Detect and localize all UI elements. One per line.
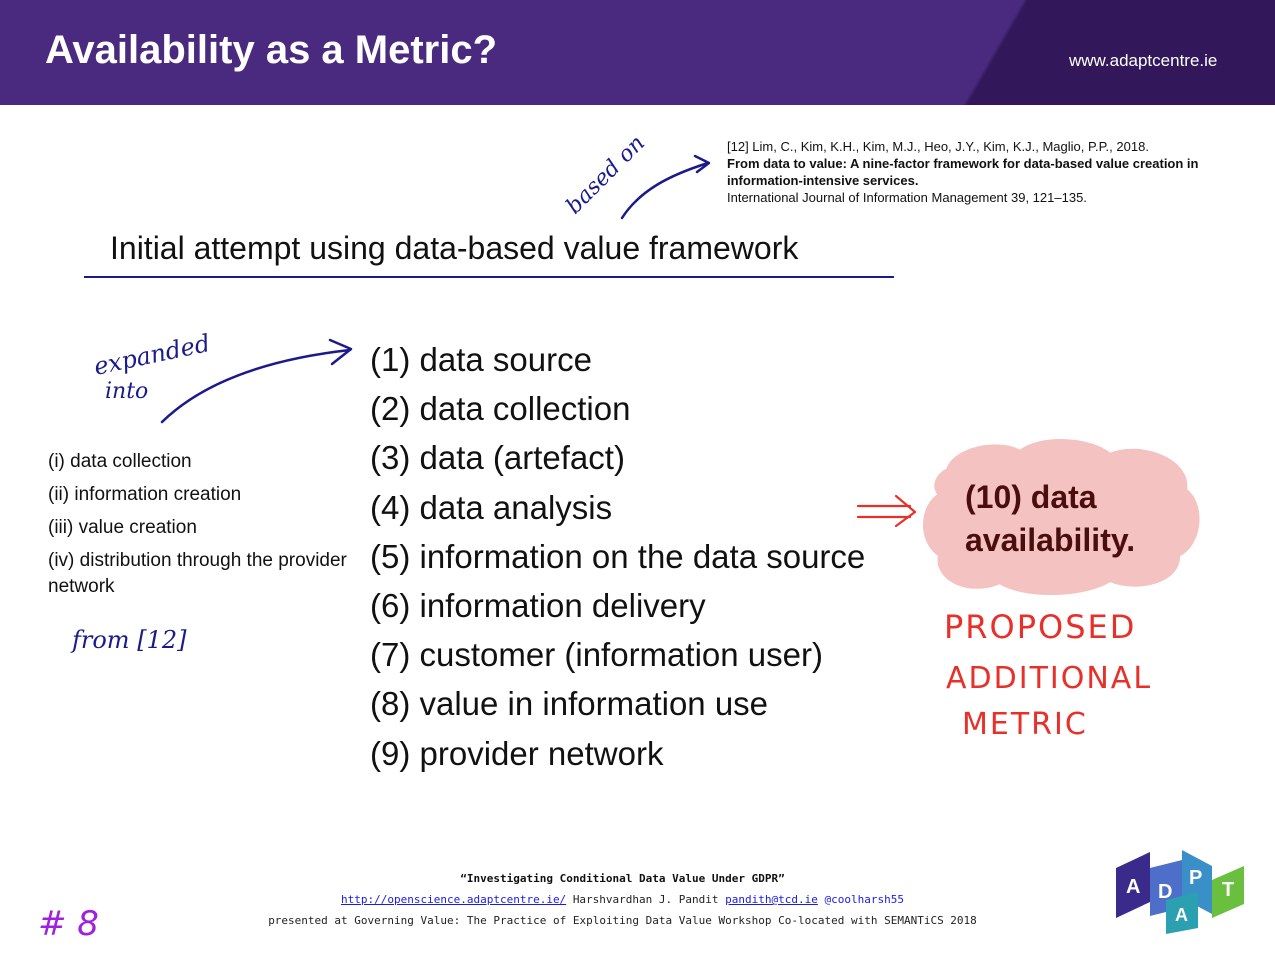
footer-venue: presented at Governing Value: The Practi… — [268, 914, 977, 927]
handwritten-metric: METRIC — [962, 707, 1088, 742]
proposed-line-2: availability. — [965, 522, 1136, 558]
footer-talk-title: “Investigating Conditional Data Value Un… — [460, 872, 785, 885]
based-on-arrow — [620, 161, 710, 220]
proposed-metric-text: (10) data availability. — [965, 476, 1135, 562]
handwritten-based-on: based on — [562, 131, 650, 219]
handwritten-additional: ADDITIONAL — [946, 661, 1152, 696]
footer-handle: @coolharsh55 — [824, 893, 904, 906]
footer-url-link[interactable]: http://openscience.adaptcentre.ie/ — [341, 893, 566, 906]
handwritten-expanded: expanded — [91, 329, 212, 381]
proposed-arrow — [856, 494, 917, 528]
footer-email-link[interactable]: pandith@tcd.ie — [725, 893, 818, 906]
footer-author: Harshvardhan J. Pandit — [572, 893, 719, 906]
footer-contact: http://openscience.adaptcentre.ie/ Harsh… — [0, 893, 1260, 906]
handwritten-proposed: PROPOSED — [944, 608, 1136, 646]
handwritten-into: into — [105, 379, 148, 404]
proposed-line-1: (10) data — [965, 479, 1097, 515]
handwritten-from-ref: from [12] — [70, 626, 187, 654]
